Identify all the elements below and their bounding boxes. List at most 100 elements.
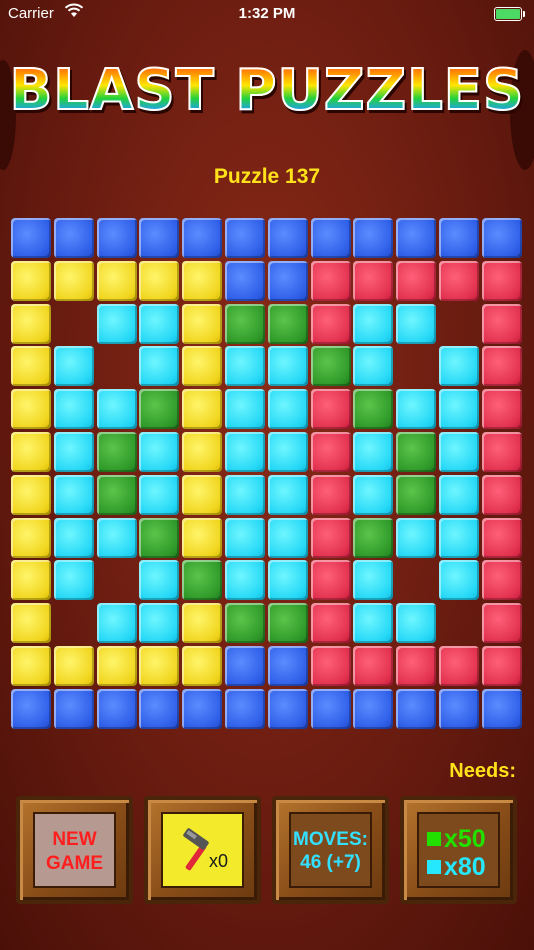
block-tile[interactable] <box>267 346 308 387</box>
block-tile[interactable] <box>310 346 351 387</box>
block-tile[interactable] <box>182 603 223 644</box>
block-tile[interactable] <box>139 432 180 472</box>
block-tile[interactable] <box>439 260 479 301</box>
block-tile[interactable] <box>139 603 180 644</box>
block-tile[interactable] <box>182 474 223 515</box>
block-tile[interactable] <box>353 260 394 301</box>
block-tile[interactable] <box>481 560 522 601</box>
block-tile[interactable] <box>182 346 223 387</box>
block-tile[interactable] <box>481 646 522 686</box>
block-tile[interactable] <box>96 474 137 515</box>
block-tile[interactable] <box>53 389 94 430</box>
block-tile[interactable] <box>96 389 137 430</box>
block-tile[interactable] <box>267 260 308 301</box>
block-tile[interactable] <box>396 260 437 301</box>
block-tile[interactable] <box>225 603 265 644</box>
block-tile[interactable] <box>353 303 394 344</box>
block-tile[interactable] <box>310 432 351 472</box>
block-tile[interactable] <box>53 260 94 301</box>
block-tile[interactable] <box>481 517 522 558</box>
block-tile[interactable] <box>353 389 394 430</box>
block-tile[interactable] <box>481 218 522 258</box>
block-tile[interactable] <box>182 260 223 301</box>
block-tile[interactable] <box>182 688 223 729</box>
block-tile[interactable] <box>139 560 180 601</box>
block-tile[interactable] <box>139 260 180 301</box>
block-tile[interactable] <box>225 260 265 301</box>
block-tile[interactable] <box>396 688 437 729</box>
block-tile[interactable] <box>353 346 394 387</box>
block-tile[interactable] <box>481 474 522 515</box>
block-tile[interactable] <box>396 646 437 686</box>
block-tile[interactable] <box>11 688 51 729</box>
block-tile[interactable] <box>182 218 223 258</box>
block-tile[interactable] <box>53 646 94 686</box>
new-game-button[interactable]: NEW GAME <box>16 796 133 904</box>
block-tile[interactable] <box>310 260 351 301</box>
block-tile[interactable] <box>267 517 308 558</box>
block-tile[interactable] <box>267 560 308 601</box>
block-tile[interactable] <box>182 389 223 430</box>
block-tile[interactable] <box>53 218 94 258</box>
block-tile[interactable] <box>396 474 437 515</box>
block-tile[interactable] <box>139 218 180 258</box>
block-tile[interactable] <box>53 432 94 472</box>
block-tile[interactable] <box>267 646 308 686</box>
block-tile[interactable] <box>96 432 137 472</box>
block-tile[interactable] <box>396 603 437 644</box>
block-tile[interactable] <box>225 218 265 258</box>
block-tile[interactable] <box>353 603 394 644</box>
block-tile[interactable] <box>310 603 351 644</box>
block-tile[interactable] <box>310 474 351 515</box>
block-tile[interactable] <box>139 688 180 729</box>
block-tile[interactable] <box>225 474 265 515</box>
block-tile[interactable] <box>53 517 94 558</box>
block-tile[interactable] <box>267 432 308 472</box>
block-tile[interactable] <box>182 646 223 686</box>
block-tile[interactable] <box>396 303 437 344</box>
block-tile[interactable] <box>439 346 479 387</box>
block-tile[interactable] <box>11 260 51 301</box>
block-tile[interactable] <box>310 218 351 258</box>
block-tile[interactable] <box>53 474 94 515</box>
block-tile[interactable] <box>310 560 351 601</box>
block-tile[interactable] <box>353 560 394 601</box>
block-tile[interactable] <box>353 688 394 729</box>
block-tile[interactable] <box>396 389 437 430</box>
block-tile[interactable] <box>481 688 522 729</box>
block-tile[interactable] <box>267 688 308 729</box>
block-tile[interactable] <box>96 517 137 558</box>
block-tile[interactable] <box>53 688 94 729</box>
block-tile[interactable] <box>11 218 51 258</box>
block-tile[interactable] <box>139 517 180 558</box>
block-tile[interactable] <box>225 517 265 558</box>
block-tile[interactable] <box>353 646 394 686</box>
block-tile[interactable] <box>53 560 94 601</box>
block-tile[interactable] <box>182 560 223 601</box>
block-tile[interactable] <box>11 432 51 472</box>
block-tile[interactable] <box>225 389 265 430</box>
block-tile[interactable] <box>439 646 479 686</box>
game-board[interactable] <box>11 218 524 732</box>
block-tile[interactable] <box>267 218 308 258</box>
hammer-button[interactable]: x0 <box>144 796 261 904</box>
block-tile[interactable] <box>481 432 522 472</box>
block-tile[interactable] <box>225 646 265 686</box>
block-tile[interactable] <box>439 517 479 558</box>
block-tile[interactable] <box>481 303 522 344</box>
block-tile[interactable] <box>11 517 51 558</box>
block-tile[interactable] <box>439 389 479 430</box>
block-tile[interactable] <box>396 218 437 258</box>
block-tile[interactable] <box>96 218 137 258</box>
block-tile[interactable] <box>353 517 394 558</box>
block-tile[interactable] <box>481 346 522 387</box>
block-tile[interactable] <box>310 389 351 430</box>
block-tile[interactable] <box>11 346 51 387</box>
block-tile[interactable] <box>225 346 265 387</box>
block-tile[interactable] <box>353 218 394 258</box>
block-tile[interactable] <box>481 389 522 430</box>
block-tile[interactable] <box>96 603 137 644</box>
block-tile[interactable] <box>225 432 265 472</box>
block-tile[interactable] <box>139 646 180 686</box>
block-tile[interactable] <box>96 303 137 344</box>
